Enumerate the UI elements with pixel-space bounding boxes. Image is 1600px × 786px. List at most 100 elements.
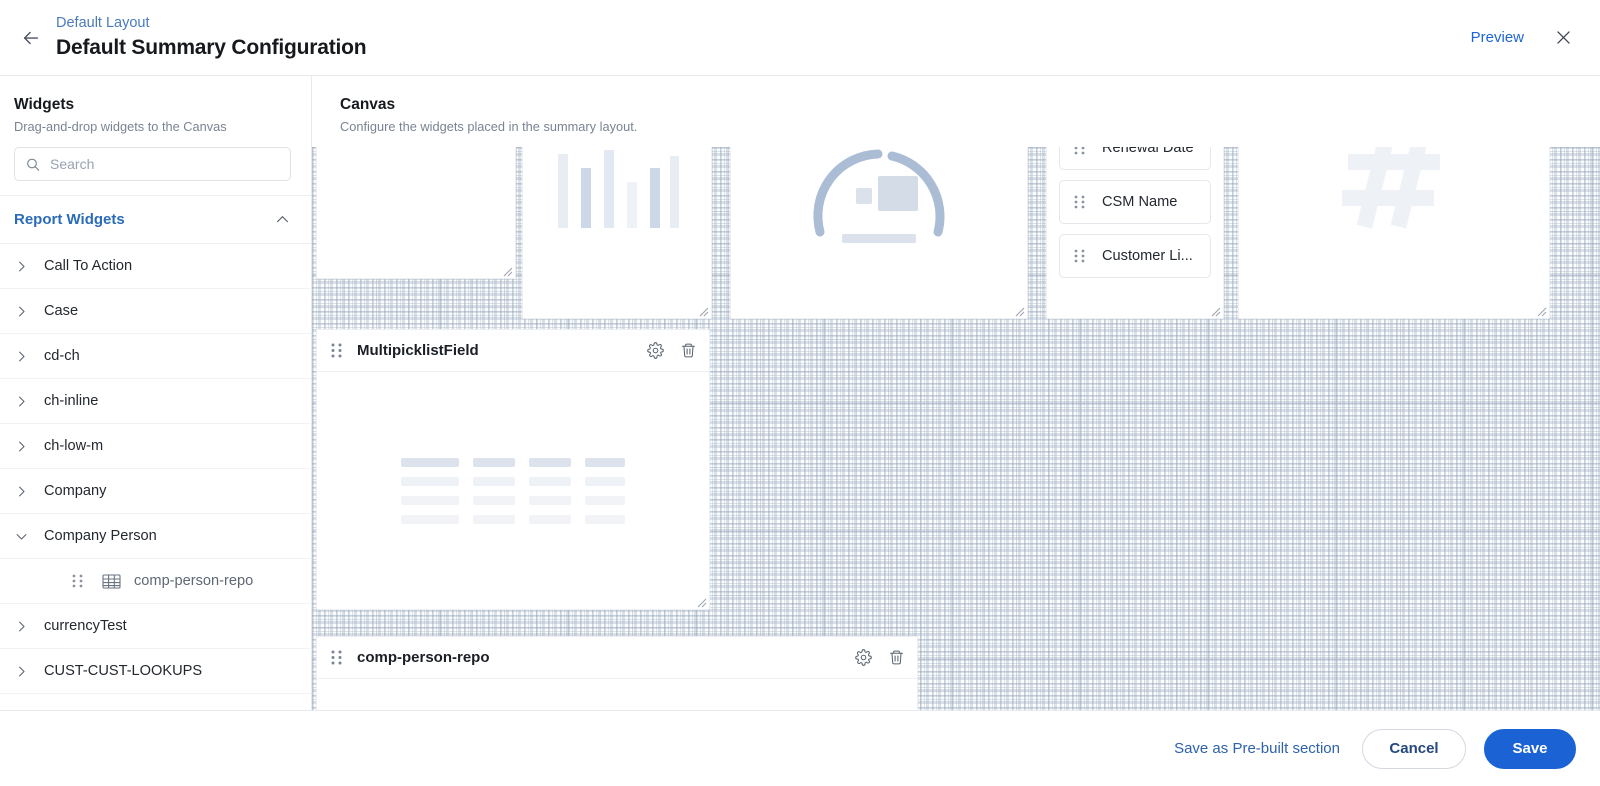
canvas-header: Canvas Configure the widgets placed in t… [312, 76, 1600, 147]
grip-dots-icon [1074, 249, 1085, 263]
back-button[interactable] [14, 21, 48, 55]
canvas-drop-area[interactable]: Renewal Date CSM Name Customer Li... Mul… [312, 147, 1600, 710]
sidebar-widget-comp-person-repo[interactable]: comp-person-repo [0, 559, 311, 604]
sidebar-folder-case[interactable]: Case [0, 289, 311, 334]
chevron-right-icon [19, 441, 25, 451]
chevron-right-icon [19, 621, 25, 631]
canvas-widget-comp-person-repo[interactable]: comp-person-repo [316, 636, 918, 710]
widget-body [731, 147, 1027, 318]
canvas-field-chip[interactable]: Renewal Date [1059, 147, 1211, 170]
resize-handle-icon[interactable] [1013, 305, 1025, 317]
gauge-chart-placeholder [731, 147, 1027, 318]
gear-icon [855, 649, 872, 666]
canvas-widget-field-list[interactable]: Renewal Date CSM Name Customer Li... [1046, 147, 1224, 319]
widget-title: MultipicklistField [357, 342, 479, 359]
resize-handle-icon[interactable] [501, 265, 513, 277]
sidebar-folder-company[interactable]: Company [0, 469, 311, 514]
canvas-field-chip[interactable]: CSM Name [1059, 180, 1211, 224]
sidebar-folder-ch-low-m[interactable]: ch-low-m [0, 424, 311, 469]
gauge-chart-icon [813, 149, 945, 243]
canvas-field-chip-label: Customer Li... [1102, 248, 1193, 264]
table-skeleton-placeholder [317, 372, 709, 609]
chevron-right-icon[interactable] [14, 439, 44, 454]
canvas-field-chip[interactable]: Customer Li... [1059, 234, 1211, 278]
close-button[interactable] [1550, 25, 1576, 51]
grip-dots-icon [331, 343, 342, 358]
widgets-sidebar: Widgets Drag-and-drop widgets to the Can… [0, 76, 312, 710]
sidebar-subtitle: Drag-and-drop widgets to the Canvas [14, 119, 227, 134]
chevron-right-icon[interactable] [14, 394, 44, 409]
chevron-right-icon [19, 666, 25, 676]
hash-icon [1342, 147, 1440, 229]
sidebar-folder-currencytest[interactable]: currencyTest [0, 604, 311, 649]
drag-handle-icon[interactable] [331, 343, 345, 358]
drag-handle-icon[interactable] [1074, 195, 1088, 209]
save-as-prebuilt-section-button[interactable]: Save as Pre-built section [1170, 734, 1344, 763]
sidebar-widget-label: comp-person-repo [134, 573, 254, 589]
search-icon [27, 158, 40, 171]
resize-handle-icon[interactable] [697, 305, 709, 317]
chevron-right-icon[interactable] [14, 619, 44, 634]
widget-delete-button[interactable] [888, 649, 905, 666]
canvas-column: Canvas Configure the widgets placed in t… [312, 76, 1600, 710]
chevron-right-icon[interactable] [14, 664, 44, 679]
resize-handle-icon[interactable] [1209, 305, 1221, 317]
grip-dots-icon [1074, 147, 1085, 155]
widget-settings-button[interactable] [855, 649, 872, 666]
widget-body [317, 147, 515, 278]
chevron-down-icon[interactable] [14, 529, 44, 544]
chevron-up-icon [276, 216, 289, 223]
chevron-right-icon [19, 306, 25, 316]
grip-dots-icon [1074, 195, 1085, 209]
canvas-widget-bar-chart[interactable] [522, 147, 712, 319]
resize-handle-icon[interactable] [1535, 305, 1547, 317]
resize-handle-icon[interactable] [695, 596, 707, 608]
trash-icon [889, 650, 904, 665]
cancel-button[interactable]: Cancel [1362, 728, 1466, 769]
page-title: Default Summary Configuration [56, 36, 367, 59]
sidebar-folder-label: currencyTest [44, 618, 127, 634]
chevron-right-icon[interactable] [14, 484, 44, 499]
widget-title: comp-person-repo [357, 649, 490, 666]
chevron-right-icon[interactable] [14, 349, 44, 364]
canvas-subtitle: Configure the widgets placed in the summ… [340, 119, 638, 134]
widget-actions [855, 649, 905, 666]
sidebar-folder-label: Call To Action [44, 258, 133, 274]
search-input[interactable] [50, 156, 280, 172]
grip-dots-icon [72, 574, 83, 588]
drag-handle-icon[interactable] [1074, 147, 1088, 155]
canvas-widget-blank-top[interactable] [316, 147, 516, 279]
canvas-widget-multipicklistfield[interactable]: MultipicklistField [316, 329, 710, 610]
search-box[interactable] [14, 147, 291, 181]
breadcrumb[interactable]: Default Layout [56, 14, 366, 33]
sidebar-folder-company-person[interactable]: Company Person [0, 514, 311, 559]
chevron-down-icon [16, 533, 27, 540]
close-icon [1556, 31, 1570, 44]
widget-header: MultipicklistField [317, 330, 709, 372]
chevron-right-icon[interactable] [14, 259, 44, 274]
canvas-widget-hash-number[interactable] [1238, 147, 1550, 319]
grip-dots-icon [331, 650, 342, 665]
sidebar-folder-cust-cust-lookups[interactable]: CUST-CUST-LOOKUPS [0, 649, 311, 694]
sidebar-folder-ch-inline[interactable]: ch-inline [0, 379, 311, 424]
sidebar-header: Widgets Drag-and-drop widgets to the Can… [0, 76, 311, 135]
field-list-container: Renewal Date CSM Name Customer Li... [1059, 147, 1211, 278]
save-button[interactable]: Save [1484, 728, 1576, 769]
table-icon [102, 573, 121, 589]
widget-header: comp-person-repo [317, 637, 917, 679]
chevron-right-icon[interactable] [14, 304, 44, 319]
sidebar-folder-cd-ch[interactable]: cd-ch [0, 334, 311, 379]
widget-delete-button[interactable] [680, 342, 697, 359]
summary-configuration-page: Default Layout Default Summary Configura… [0, 0, 1600, 786]
drag-handle-icon[interactable] [72, 574, 88, 588]
report-widgets-group-header[interactable]: Report Widgets [0, 195, 311, 244]
preview-button[interactable]: Preview [1471, 29, 1524, 46]
sidebar-folder-label: cd-ch [44, 348, 80, 364]
sidebar-folder-call-to-action[interactable]: Call To Action [0, 244, 311, 289]
drag-handle-icon[interactable] [331, 650, 345, 665]
widget-settings-button[interactable] [647, 342, 664, 359]
widget-tree[interactable]: Call To Action Case cd-ch ch-inline ch-low-m… [0, 244, 311, 710]
canvas-widget-gauge-chart[interactable] [730, 147, 1028, 319]
trash-icon [681, 343, 696, 358]
drag-handle-icon[interactable] [1074, 249, 1088, 263]
